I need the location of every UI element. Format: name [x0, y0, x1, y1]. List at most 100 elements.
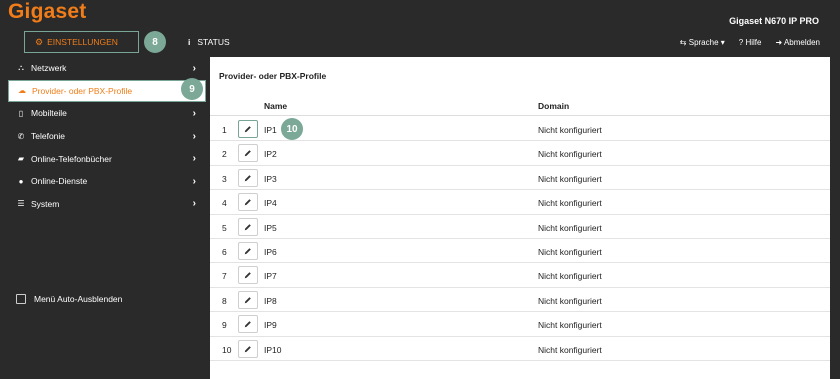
edit-button[interactable]: [238, 168, 258, 187]
row-number: 4: [222, 198, 227, 209]
help-label: Hilfe: [745, 38, 762, 47]
sidebar-item-label: System: [31, 198, 60, 209]
autohide-checkbox[interactable]: [16, 294, 26, 304]
profile-domain: Nicht konfiguriert: [538, 125, 602, 135]
gears-icon: ⚙: [35, 36, 44, 47]
language-menu[interactable]: ⇆ Sprache ▾: [680, 38, 725, 47]
language-icon: ⇆: [679, 38, 687, 47]
table-row: 3 IP3 Nicht konfiguriert: [210, 166, 830, 191]
tab-status[interactable]: i STATUS: [188, 31, 230, 53]
pencil-icon: [244, 321, 251, 328]
sidebar-item-label: Netzwerk: [31, 63, 67, 74]
row-number: 7: [222, 271, 227, 282]
callout-badge-9: 9: [181, 78, 203, 100]
pencil-icon: [244, 223, 251, 230]
profile-name: IP5: [264, 222, 277, 233]
chevron-right-icon: ›: [192, 153, 196, 165]
pencil-icon: [244, 150, 251, 157]
edit-button[interactable]: [238, 290, 258, 309]
sidebar-item-system[interactable]: ☰ System ›: [8, 193, 206, 216]
row-number: 2: [222, 149, 227, 160]
row-number: 6: [222, 247, 227, 257]
sidebar-item-online-telefonbuecher[interactable]: ▰ Online-Telefonbücher ›: [8, 147, 206, 170]
tab-einstellungen-label: EINSTELLUNGEN: [47, 37, 118, 47]
network-icon: ⛬: [18, 63, 24, 73]
help-link[interactable]: ? Hilfe: [739, 38, 762, 47]
profile-domain: Nicht konfiguriert: [538, 295, 602, 306]
sliders-icon: ☰: [17, 199, 25, 209]
sidebar-item-label: Online-Telefonbücher: [31, 153, 112, 164]
logout-link[interactable]: ➜ Abmelden: [775, 38, 820, 47]
page-title: Provider- oder PBX-Profile: [219, 71, 327, 81]
sidebar-item-label: Online-Dienste: [31, 176, 88, 187]
table-header: Name Domain: [210, 95, 830, 116]
profile-domain: Nicht konfiguriert: [538, 320, 602, 331]
table-row: 10 IP10 Nicht konfiguriert: [210, 337, 830, 361]
info-icon: i: [188, 37, 191, 47]
column-header-name: Name: [264, 101, 288, 111]
profile-name: IP10: [264, 344, 282, 355]
sidebar: ⛬ Netzwerk › ☁ Provider- oder PBX-Profil…: [8, 57, 206, 379]
table-row: 1 IP1 Nicht konfiguriert: [210, 117, 830, 142]
sidebar-item-online-dienste[interactable]: ● Online-Dienste ›: [8, 170, 206, 193]
sidebar-item-netzwerk[interactable]: ⛬ Netzwerk ›: [8, 57, 206, 80]
profile-name: IP1: [264, 125, 277, 135]
table-row: 9 IP9 Nicht konfiguriert: [210, 312, 830, 337]
callout-badge-8: 8: [144, 31, 166, 53]
profile-name: IP9: [264, 320, 277, 331]
pencil-icon: [244, 199, 251, 206]
profile-name: IP4: [264, 198, 277, 209]
sidebar-item-provider-profile[interactable]: ☁ Provider- oder PBX-Profile: [8, 79, 206, 103]
profile-name: IP7: [264, 271, 277, 282]
sidebar-item-mobilteile[interactable]: ▯ Mobilteile ›: [8, 102, 206, 125]
globe-icon: ●: [18, 176, 24, 186]
profile-name: IP8: [264, 295, 277, 306]
logout-icon: ➜: [775, 38, 783, 47]
edit-button[interactable]: [238, 266, 258, 285]
chevron-right-icon: ›: [192, 175, 196, 187]
chevron-right-icon: ›: [192, 198, 196, 210]
profile-domain: Nicht konfiguriert: [538, 344, 602, 355]
edit-button[interactable]: [238, 315, 258, 334]
edit-button[interactable]: [238, 144, 258, 163]
phone-icon: ✆: [17, 131, 25, 141]
top-right-links: ⇆ Sprache ▾ ? Hilfe ➜ Abmelden: [680, 38, 820, 47]
tab-einstellungen[interactable]: ⚙ EINSTELLUNGEN: [24, 31, 139, 53]
pencil-icon: [244, 126, 251, 133]
top-bar: Gigaset Gigaset N670 IP PRO ⚙ EINSTELLUN…: [0, 0, 840, 58]
pencil-icon: [244, 174, 251, 181]
edit-button[interactable]: [238, 193, 258, 212]
sidebar-item-telefonie[interactable]: ✆ Telefonie ›: [8, 125, 206, 148]
chevron-right-icon: ›: [192, 62, 196, 74]
sidebar-item-label: Provider- oder PBX-Profile: [32, 85, 133, 96]
callout-badge-10: 10: [281, 118, 303, 140]
edit-button[interactable]: [238, 120, 258, 138]
table-row: 7 IP7 Nicht konfiguriert: [210, 263, 830, 288]
pencil-icon: [244, 345, 251, 352]
row-number: 3: [222, 173, 227, 184]
table-row: 2 IP2 Nicht konfiguriert: [210, 141, 830, 166]
autohide-toggle[interactable]: Menü Auto-Ausblenden: [16, 294, 122, 304]
profile-domain: Nicht konfiguriert: [538, 149, 602, 160]
tab-status-label: STATUS: [197, 37, 230, 47]
chevron-right-icon: ›: [192, 107, 196, 119]
profile-domain: Nicht konfiguriert: [538, 222, 602, 233]
edit-button[interactable]: [238, 339, 258, 358]
row-number: 9: [222, 320, 227, 331]
table-row: 5 IP5 Nicht konfiguriert: [210, 215, 830, 239]
question-icon: ?: [738, 38, 744, 47]
row-number: 10: [222, 344, 232, 355]
device-name: Gigaset N670 IP PRO: [729, 16, 819, 26]
pencil-icon: [244, 248, 251, 255]
profile-domain: Nicht konfiguriert: [538, 247, 602, 257]
book-icon: ▰: [17, 154, 25, 164]
pencil-icon: [244, 272, 251, 279]
edit-button[interactable]: [238, 217, 258, 236]
sidebar-item-label: Telefonie: [31, 131, 66, 142]
table-row: 6 IP6 Nicht konfiguriert: [210, 239, 830, 264]
handset-icon: ▯: [18, 108, 24, 118]
chevron-down-icon: ▾: [720, 38, 725, 47]
edit-button[interactable]: [238, 242, 258, 260]
profile-domain: Nicht konfiguriert: [538, 271, 602, 282]
table-row: 4 IP4 Nicht konfiguriert: [210, 190, 830, 215]
